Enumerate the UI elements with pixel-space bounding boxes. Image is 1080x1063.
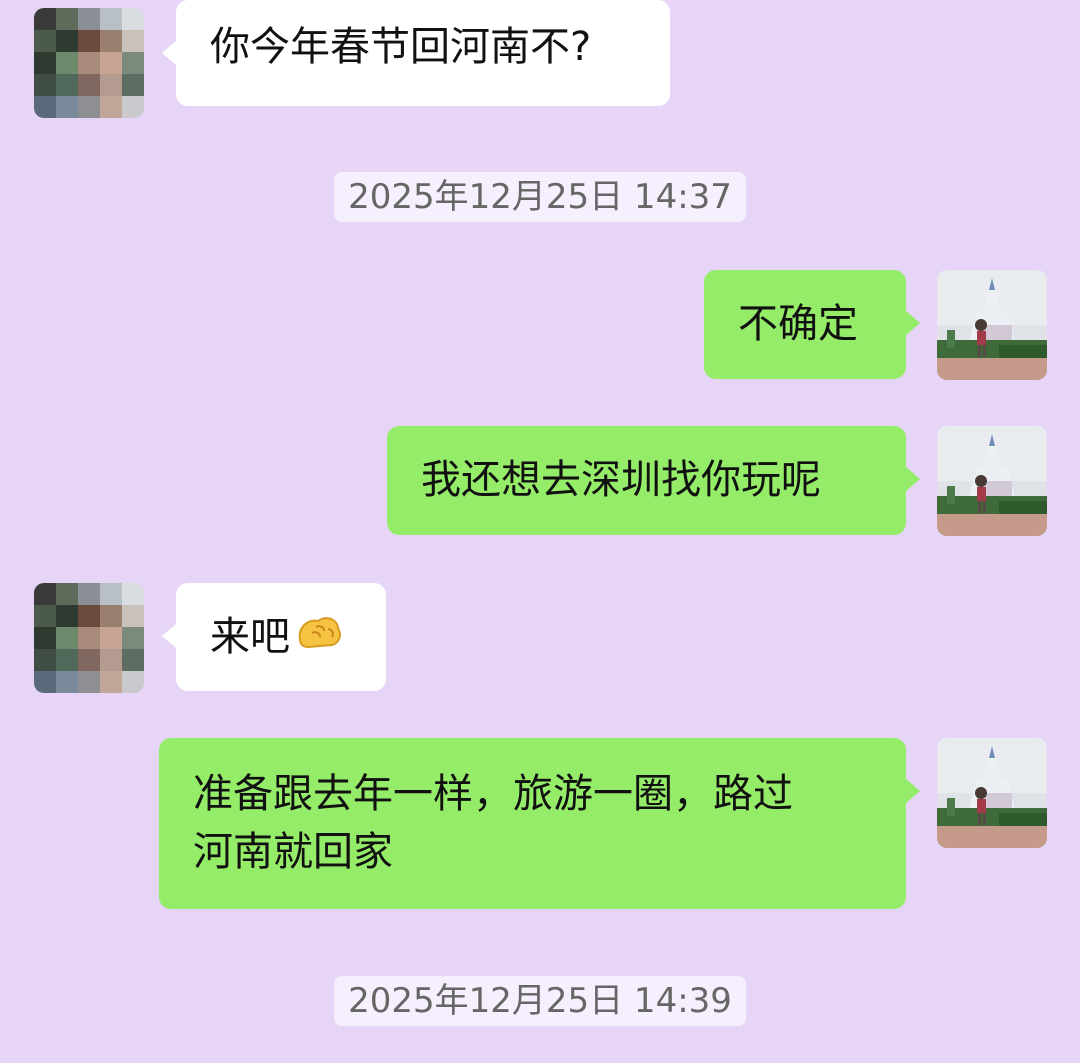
message-text-line: 河南就回家 <box>193 829 393 875</box>
outgoing-message-bubble[interactable]: 不确定 <box>704 270 920 379</box>
message-text: 我还想去深圳找你玩呢 <box>421 457 821 503</box>
castle-photo-avatar-icon[interactable] <box>937 270 1047 380</box>
incoming-message-bubble[interactable]: 来吧 <box>162 583 386 691</box>
hand-gesture-emoji <box>294 609 344 669</box>
timestamp: 2025年12月25日 14:39 <box>334 976 746 1026</box>
outgoing-message-bubble[interactable]: 我还想去深圳找你玩呢 <box>387 426 920 535</box>
message-text: 来吧 <box>210 614 290 660</box>
timestamp: 2025年12月25日 14:37 <box>334 172 746 222</box>
outgoing-message-bubble[interactable]: 准备跟去年一样，旅游一圈，路过 河南就回家 <box>159 738 920 909</box>
message-text: 不确定 <box>738 301 858 347</box>
message-text: 你今年春节回河南不? <box>210 24 592 70</box>
contact-avatar[interactable] <box>34 8 144 118</box>
castle-photo-avatar-icon[interactable] <box>937 738 1047 848</box>
incoming-message-bubble[interactable]: 你今年春节回河南不? <box>162 0 670 106</box>
contact-avatar[interactable] <box>34 583 144 693</box>
castle-photo-avatar-icon[interactable] <box>937 426 1047 536</box>
message-text-line: 准备跟去年一样，旅游一圈，路过 <box>193 771 793 817</box>
